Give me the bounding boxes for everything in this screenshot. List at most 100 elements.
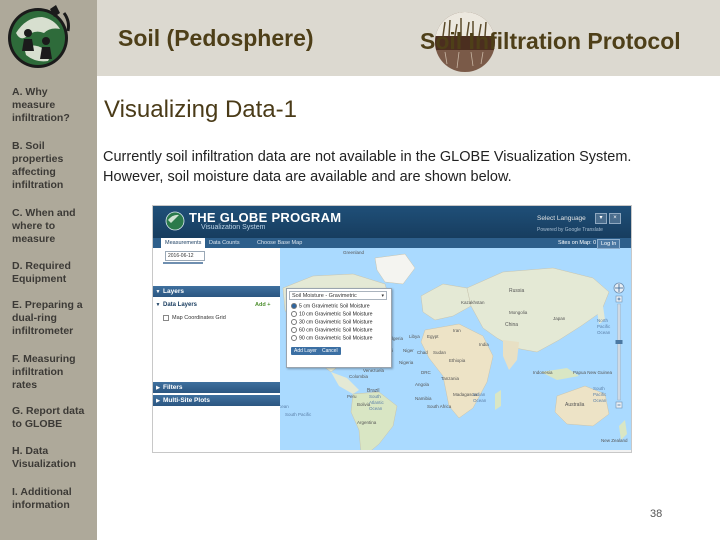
map-label-china: China — [505, 322, 519, 328]
page-number: 38 — [650, 508, 663, 520]
zoom-track — [617, 303, 621, 401]
layers-section-header[interactable]: ▼ Layers — [153, 286, 280, 297]
option-90cm-label: 90 cm Gravimetric Soil Moisture — [299, 335, 373, 342]
radio-icon[interactable] — [291, 311, 297, 317]
nav-item-required-equipment[interactable]: D. Required Equipment — [12, 260, 82, 286]
map-label-russia: Russia — [509, 288, 525, 294]
zoom-slider-handle — [615, 340, 623, 344]
globe-brand-title: THE GLOBE PROGRAM — [189, 210, 342, 225]
map-label-niger: Niger — [403, 348, 414, 353]
soil-moisture-select[interactable]: Soil Moisture - Gravimetric ▾ — [289, 291, 387, 300]
chevron-down-icon: ▾ — [381, 293, 384, 299]
globe-visualization-screenshot: Greenland Russia Mongolia China India Ja… — [152, 205, 632, 453]
map-label-mongolia: Mongolia — [509, 310, 528, 315]
globe-program-logo-icon — [165, 211, 185, 231]
login-button[interactable]: Log In — [597, 239, 621, 249]
map-label-libya: Libya — [409, 334, 420, 339]
map-label-drc: DRC — [421, 370, 431, 375]
option-90cm[interactable]: 90 cm Gravimetric Soil Moisture — [291, 335, 373, 342]
option-10cm[interactable]: 10 cm Gravimetric Soil Moisture — [291, 311, 373, 318]
expand-arrow-icon: ▶ — [156, 385, 160, 391]
nav-item-preparing-infiltrometer[interactable]: E. Preparing a dual-ring infiltrometer — [12, 299, 92, 338]
globe-logo-icon — [8, 5, 70, 68]
radio-icon[interactable] — [291, 335, 297, 341]
map-label-peru: Peru — [347, 394, 357, 399]
map-label-argentina: Argentina — [357, 420, 377, 425]
nav-item-report-data[interactable]: G. Report data to GLOBE — [12, 405, 92, 431]
nav-item-measuring-rates[interactable]: F. Measuring infiltration rates — [12, 353, 84, 392]
map-label-egypt: Egypt — [427, 334, 439, 339]
expand-arrow-icon: ▼ — [155, 302, 161, 308]
slide-title: Visualizing Data-1 — [104, 96, 297, 123]
slide-body-text: Currently soil infiltration data are not… — [103, 149, 632, 185]
globe-left-panel: 2016-06-12 ▼ Layers ▼ Data Layers Add + Ma… — [153, 248, 280, 452]
map-label-greenland: Greenland — [343, 250, 365, 255]
option-60cm[interactable]: 60 cm Gravimetric Soil Moisture — [291, 327, 373, 334]
map-label-nigeria: Nigeria — [399, 360, 414, 365]
data-layers-row[interactable]: ▼ Data Layers Add + — [153, 300, 280, 310]
map-label-iran: Iran — [453, 328, 461, 333]
sidebar: A. Why measure infiltration? B. Soil pro… — [0, 0, 97, 540]
multi-site-plots-label: Multi-Site Plots — [163, 397, 210, 404]
powered-by-translate: Powered by Google Translate — [537, 227, 603, 233]
checkbox-icon[interactable] — [163, 314, 169, 321]
radio-icon[interactable] — [291, 327, 297, 333]
map-label-angola: Angola — [415, 382, 430, 387]
map-label-papua-new-guinea: Papua New Guinea — [573, 370, 613, 375]
add-layer-button[interactable]: Add Layer — [291, 347, 320, 355]
map-label-japan: Japan — [553, 316, 566, 321]
radio-icon[interactable] — [291, 319, 297, 325]
globe-brand-subtitle: Visualization System — [201, 224, 266, 231]
map-label-indonesia: Indonesia — [533, 370, 553, 375]
nav-item-when-where[interactable]: C. When and where to measure — [12, 207, 84, 246]
map-label-chad: Chad — [417, 350, 428, 355]
tab-measurements[interactable]: Measurements — [161, 238, 206, 248]
map-label-south-pacific: South Pacific — [285, 412, 312, 417]
option-60cm-label: 60 cm Gravimetric Soil Moisture — [299, 327, 373, 334]
map-label-indian-ocean: Indian Ocean — [473, 392, 487, 403]
tab-data-counts[interactable]: Data Counts — [205, 238, 244, 248]
soil-moisture-select-value: Soil Moisture - Gravimetric — [292, 293, 357, 299]
map-coordinates-grid-toggle[interactable]: Map Coordinates Grid — [163, 314, 226, 322]
header-right-title: Soil Infiltration Protocol — [420, 28, 681, 54]
language-flag-button[interactable]: ▾ — [595, 213, 607, 224]
map-label-south-atlantic-ocean: South Atlantic Ocean — [369, 394, 384, 411]
map-label-australia: Australia — [565, 402, 585, 408]
select-language-label[interactable]: Select Language — [537, 215, 586, 222]
nav-item-additional-information[interactable]: I. Additional information — [12, 486, 82, 512]
globe-tabs-bar: Measurements Data Counts Choose Base Map… — [153, 238, 631, 249]
option-30cm[interactable]: 30 cm Gravimetric Soil Moisture — [291, 319, 373, 326]
filters-header-label: Filters — [163, 384, 183, 391]
filters-section-header[interactable]: ▶ Filters — [153, 382, 280, 393]
map-label-namibia: Namibia — [415, 396, 432, 401]
expand-arrow-icon: ▶ — [156, 398, 160, 404]
map-label-tanzania: Tanzania — [441, 376, 460, 381]
date-input[interactable]: 2016-06-12 — [165, 251, 205, 261]
map-label-colombia: Colombia — [349, 374, 369, 379]
nav-item-data-visualization[interactable]: H. Data Visualization — [12, 445, 84, 471]
map-zoom-control[interactable] — [613, 282, 625, 410]
map-label-sudan: Sudan — [433, 350, 447, 355]
soil-moisture-dropdown-panel: Soil Moisture - Gravimetric ▾ 5 cm Gravi… — [286, 288, 392, 368]
cancel-button[interactable]: Cancel — [319, 347, 341, 355]
multi-site-plots-header[interactable]: ▶ Multi-Site Plots — [153, 395, 280, 406]
language-close-button[interactable]: × — [609, 213, 621, 224]
nav-item-why-measure[interactable]: A. Why measure infiltration? — [12, 86, 80, 125]
layers-header-label: Layers — [163, 288, 184, 295]
option-5cm[interactable]: 5 cm Gravimetric Soil Moisture — [291, 303, 370, 310]
map-label-ethiopia: Ethiopia — [449, 358, 466, 363]
option-5cm-label: 5 cm Gravimetric Soil Moisture — [299, 303, 370, 310]
add-layer-link[interactable]: Add + — [255, 300, 270, 310]
radio-icon[interactable] — [291, 303, 297, 309]
option-10cm-label: 10 cm Gravimetric Soil Moisture — [299, 311, 373, 318]
nav-item-soil-properties[interactable]: B. Soil properties affecting infiltratio… — [12, 140, 72, 192]
map-label-kazakhstan: Kazakhstan — [461, 300, 485, 305]
map-coordinates-grid-label: Map Coordinates Grid — [172, 315, 226, 321]
date-slider[interactable] — [163, 262, 203, 264]
map-label-south-africa: South Africa — [427, 404, 452, 409]
map-label-venezuela: Venezuela — [363, 368, 385, 373]
map-label-india: India — [479, 342, 489, 347]
option-30cm-label: 30 cm Gravimetric Soil Moisture — [299, 319, 373, 326]
tab-choose-base-map[interactable]: Choose Base Map — [253, 238, 306, 248]
collapse-arrow-icon: ▼ — [155, 289, 161, 295]
